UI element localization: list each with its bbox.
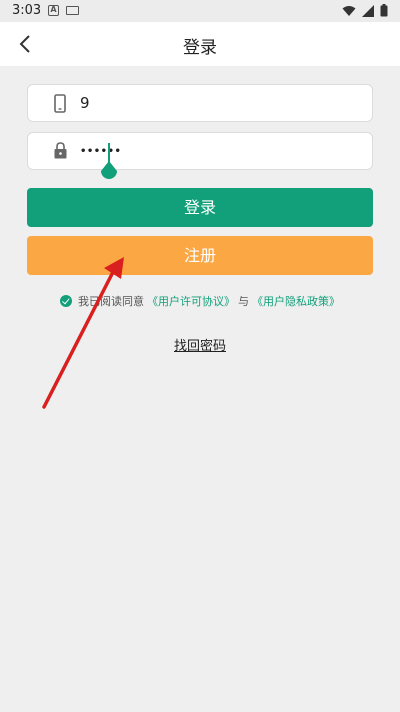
status-icons (342, 4, 388, 17)
login-button[interactable]: 登录 (27, 188, 373, 227)
signal-icon (362, 4, 374, 17)
page-title: 登录 (183, 38, 217, 58)
text-cursor-handle[interactable] (100, 143, 118, 183)
phone-icon (54, 94, 66, 113)
status-time: 3:03 (12, 3, 42, 18)
status-bar: 3:03 A (0, 0, 400, 22)
lock-icon (54, 142, 67, 159)
keyboard-icon (66, 6, 79, 15)
wifi-icon (342, 5, 356, 16)
phone-input-value[interactable]: 9 (80, 94, 90, 112)
battery-icon (380, 4, 388, 17)
forgot-password-link[interactable]: 找回密码 (0, 335, 400, 354)
app-header: 登录 (0, 22, 400, 66)
agreement-prefix: 我已阅读同意 (78, 295, 144, 308)
privacy-policy-link[interactable]: 《用户隐私政策》 (252, 293, 340, 309)
accessibility-a-icon: A (48, 5, 59, 16)
agree-checkbox-icon[interactable] (60, 295, 72, 307)
register-button[interactable]: 注册 (27, 236, 373, 275)
user-agreement-link[interactable]: 《用户许可协议》 (147, 293, 235, 309)
phone-field[interactable]: 9 (27, 84, 373, 122)
password-field[interactable]: •••••• (27, 132, 373, 170)
agreement-conjunction: 与 (238, 295, 249, 308)
agreement-row: 我已阅读同意 《用户许可协议》 与 《用户隐私政策》 (0, 293, 400, 309)
